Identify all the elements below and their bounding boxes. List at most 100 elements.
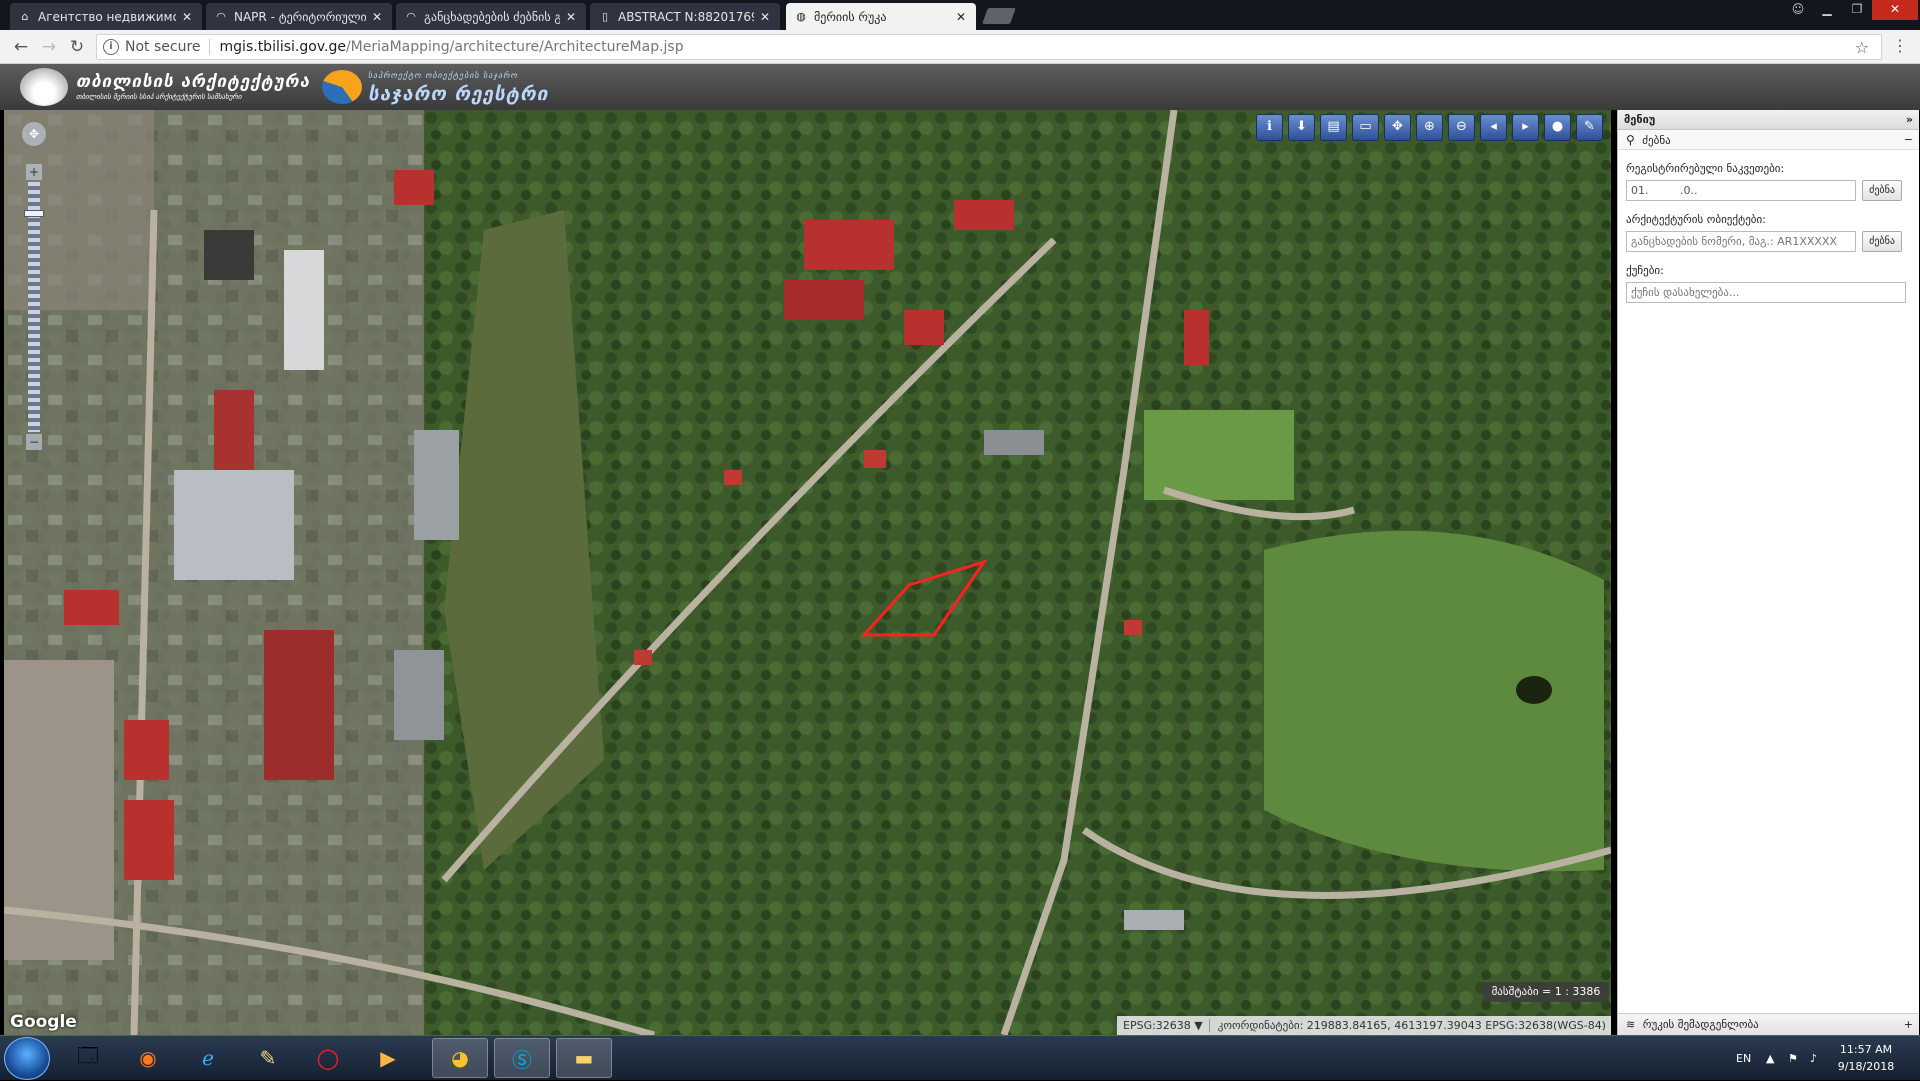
tbilisi-architecture-logo-icon[interactable] [20,68,68,106]
map-layers-footer[interactable]: ≋ რუკის შემადგენლობა + [1618,1013,1919,1035]
skype-icon[interactable]: Ⓢ [494,1038,550,1078]
logo1-subtitle: თბილისის მერიის სსიპ არქიტექტურის სამსახ… [76,93,242,101]
layers-icon: ≋ [1626,1018,1636,1031]
registered-parcels-row: ძებნა [1626,180,1919,201]
maximize-button[interactable]: ❐ [1842,0,1872,20]
epsg-select[interactable]: EPSG:32638 ▼ [1117,1019,1210,1032]
registered-parcels-label: რეგისტრირებული ნაკვეთები: [1626,162,1785,175]
napr-icon: ◠ [216,9,226,23]
explorer-icon[interactable]: 🗔 [60,1038,116,1078]
satellite-imagery[interactable] [4,110,1611,1035]
architecture-objects-input[interactable] [1626,231,1856,252]
bookmark-star-icon[interactable]: ☆ [1855,38,1869,57]
print-tool-icon[interactable]: ▤ [1320,114,1347,141]
address-bar: ← → ↻ i Not secure mgis.tbilisi.gov.ge /… [0,30,1920,64]
ie-icon[interactable]: ℯ [180,1038,236,1078]
browser-tab-strip: ⌂ Агентство недвижимост ✕ ◠ NAPR - ტერიტ… [0,0,1920,30]
close-icon[interactable]: ✕ [954,10,968,24]
registered-parcels-input[interactable] [1626,180,1856,201]
logo2-subtitle: საპროექტო ობიექტების საჯარო [368,71,518,80]
volume-icon[interactable]: ♪ [1810,1036,1817,1081]
document-icon: ▯ [601,9,609,23]
close-icon[interactable]: ✕ [564,10,578,24]
firefox-icon[interactable]: ◉ [120,1038,176,1078]
coordinate-bar: EPSG:32638 ▼ კოორდინატები: 219883.84165,… [1117,1016,1611,1035]
url-host: mgis.tbilisi.gov.ge [219,39,346,55]
google-attribution: Google [10,1012,77,1032]
zoom-out-tool-icon[interactable]: ⊖ [1448,114,1475,141]
public-registry-logo-icon[interactable] [322,70,362,104]
menu-header: მენიუ » [1618,110,1919,130]
streets-row [1626,282,1919,303]
zoom-prev-tool-icon[interactable]: ◂ [1480,114,1507,141]
reload-icon[interactable]: ↻ [66,36,88,58]
pan-tool-icon[interactable]: ✥ [1384,114,1411,141]
map-layers-label: რუკის შემადგენლობა [1642,1018,1759,1031]
full-extent-tool-icon[interactable]: ● [1544,114,1571,141]
folder-icon[interactable]: ▬ [556,1038,612,1078]
back-arrow-icon[interactable]: ← [10,36,32,58]
tab-abstract[interactable]: ▯ ABSTRACT N:88201769 ✕ [590,3,780,30]
chrome-icon[interactable]: ◕ [432,1038,488,1078]
profile-icon[interactable]: ☺ [1786,0,1810,20]
streets-label: ქუჩები: [1626,264,1664,277]
info-tool-icon[interactable]: ℹ [1256,114,1283,141]
not-secure-label: Not secure [125,39,210,55]
street-name-input[interactable] [1626,282,1906,303]
architecture-search-button[interactable]: ძებნა [1862,231,1902,252]
menu-title: მენიუ [1624,113,1656,126]
zoom-in-button[interactable]: + [26,164,42,180]
expand-layers-icon[interactable]: + [1904,1014,1913,1036]
paint-icon[interactable]: ✎ [240,1038,296,1078]
language-indicator[interactable]: EN [1736,1036,1751,1081]
close-icon[interactable]: ✕ [758,10,772,24]
tab-search-listings[interactable]: ◠ განცხადებების ძებნის გ ✕ [396,3,586,30]
coordinates-readout: კოორდინატები: 219883.84165, 4613197.3904… [1217,1019,1606,1032]
minimize-section-icon[interactable]: − [1904,130,1913,150]
tab-napr[interactable]: ◠ NAPR - ტერიტორიული ქონებ ✕ [206,3,392,30]
logo2-title: საჯარო რეესტრი [368,83,549,105]
globe-icon: ◍ [796,9,806,23]
media-player-icon[interactable]: ▶ [360,1038,416,1078]
satellite-map[interactable]: ✥ + − ℹ ⬇ ▤ ▭ ✥ ⊕ ⊖ ◂ ▸ ● ✎ მასშტაბი = 1 : 3386 Go… [4,110,1611,1035]
search-section-header[interactable]: ⚲ ძებნა − [1618,130,1919,150]
new-tab-button[interactable] [982,8,1016,24]
registered-search-button[interactable]: ძებნა [1862,180,1902,201]
zoom-out-button[interactable]: − [26,434,42,450]
opera-icon[interactable]: ◯ [300,1038,356,1078]
forward-arrow-icon[interactable]: → [38,36,60,58]
green-meadow [1264,530,1604,872]
clock-time: 11:57 AM [1839,1043,1893,1056]
clock-date: 9/18/2018 [1837,1060,1895,1073]
zoom-slider-handle[interactable] [24,210,44,217]
window-close-button[interactable]: ✕ [1872,0,1918,20]
tab-real-estate-agency[interactable]: ⌂ Агентство недвижимост ✕ [10,3,202,30]
windows-start-icon[interactable] [4,1037,50,1080]
measure-tool-icon[interactable]: ▭ [1352,114,1379,141]
close-icon[interactable]: ✕ [370,10,384,24]
browser-menu-icon[interactable]: ⋮ [1892,36,1908,55]
tray-expand-icon[interactable]: ▲ [1766,1036,1774,1081]
minimize-button[interactable]: ▁ [1812,0,1842,20]
close-icon[interactable]: ✕ [180,10,194,24]
zoom-in-tool-icon[interactable]: ⊕ [1416,114,1443,141]
zoom-slider[interactable] [28,182,40,432]
windows-taskbar: 🗔 ◉ ℯ ✎ ◯ ▶ ◕ Ⓢ ▬ EN ▲ ⚑ ♪ 11:57 AM 9/18… [0,1035,1920,1080]
pan-control-icon[interactable]: ✥ [22,122,46,146]
architecture-objects-label: არქიტექტურის ობიექტები: [1626,213,1766,226]
architecture-objects-row: ძებნა [1626,231,1919,252]
system-clock[interactable]: 11:57 AM 9/18/2018 [1832,1041,1900,1075]
menu-sidebar: მენიუ » ⚲ ძებნა − რეგისტრირებული ნაკვეთე… [1617,110,1919,1035]
url-input[interactable]: i Not secure mgis.tbilisi.gov.ge /MeriaM… [96,34,1882,60]
house-icon: ⌂ [21,9,29,23]
info-icon[interactable]: i [103,39,119,55]
search-section-title: ძებნა [1642,134,1671,147]
logo1-title: თბილისის არქიტექტურა [76,72,311,92]
clear-tool-icon[interactable]: ✎ [1576,114,1603,141]
collapse-panel-icon[interactable]: » [1906,110,1913,130]
sports-field [1144,410,1294,500]
zoom-next-tool-icon[interactable]: ▸ [1512,114,1539,141]
identify-tool-icon[interactable]: ⬇ [1288,114,1315,141]
tab-meria-map[interactable]: ◍ მერიის რუკა ✕ [786,3,976,30]
action-center-flag-icon[interactable]: ⚑ [1788,1036,1798,1081]
